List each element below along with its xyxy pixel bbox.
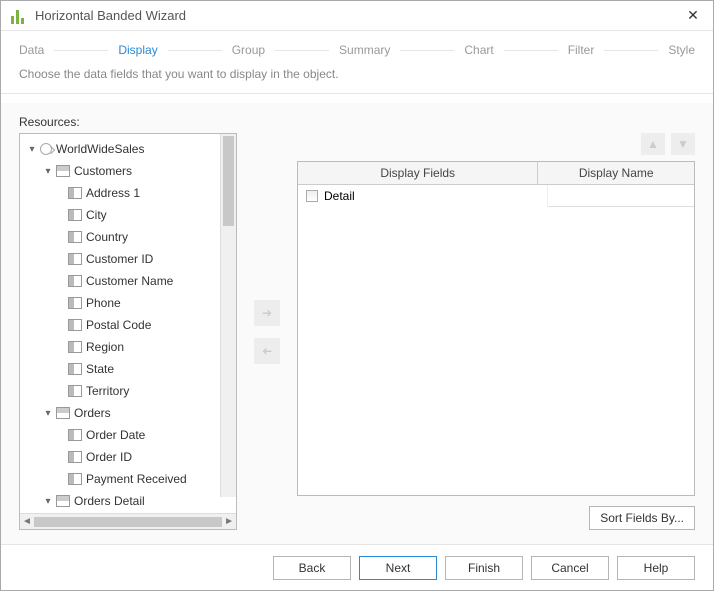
remove-field-button[interactable]: ➔ — [254, 338, 280, 364]
field-icon — [68, 187, 82, 199]
help-button[interactable]: Help — [617, 556, 695, 580]
tree-horizontal-scrollbar[interactable]: ◄► — [20, 513, 236, 529]
tree-field[interactable]: Region — [22, 336, 234, 358]
cancel-button[interactable]: Cancel — [531, 556, 609, 580]
field-icon — [68, 341, 82, 353]
table-icon — [56, 407, 70, 419]
arrow-right-icon: ➔ — [262, 306, 272, 320]
tree-node-orders-detail[interactable]: ▾Orders Detail — [22, 490, 234, 512]
scroll-right-icon[interactable]: ► — [224, 516, 234, 527]
instruction-text: Choose the data fields that you want to … — [1, 65, 713, 94]
display-fields-panel: ▲ ▼ Display Fields Display Name Detail S… — [297, 133, 695, 530]
step-group[interactable]: Group — [232, 43, 265, 57]
move-down-button[interactable]: ▼ — [671, 133, 695, 155]
step-filter[interactable]: Filter — [568, 43, 595, 57]
field-icon — [68, 473, 82, 485]
tree-field[interactable]: Payment Received — [22, 468, 234, 490]
next-button[interactable]: Next — [359, 556, 437, 580]
grid-header-name: Display Name — [538, 162, 694, 184]
step-chart[interactable]: Chart — [464, 43, 493, 57]
back-button[interactable]: Back — [273, 556, 351, 580]
transfer-buttons: ➔ ➔ — [251, 133, 283, 530]
tree-field[interactable]: Territory — [22, 380, 234, 402]
database-icon — [40, 143, 52, 155]
field-icon — [68, 385, 82, 397]
content-area: Resources: ▾WorldWideSales ▾Customers Ad… — [1, 103, 713, 544]
resources-tree[interactable]: ▾WorldWideSales ▾Customers Address 1 Cit… — [19, 133, 237, 530]
add-field-button[interactable]: ➔ — [254, 300, 280, 326]
table-icon — [56, 165, 70, 177]
tree-field[interactable]: Customer ID — [22, 248, 234, 270]
field-icon — [68, 231, 82, 243]
wizard-footer: Back Next Finish Cancel Help — [1, 544, 713, 590]
step-style[interactable]: Style — [668, 43, 695, 57]
tree-field[interactable]: Order Date — [22, 424, 234, 446]
step-data[interactable]: Data — [19, 43, 44, 57]
grid-header-fields: Display Fields — [298, 162, 538, 184]
titlebar: Horizontal Banded Wizard ✕ — [1, 1, 713, 31]
tree-field[interactable]: Postal Code — [22, 314, 234, 336]
field-icon — [68, 319, 82, 331]
arrow-down-icon: ▼ — [677, 137, 689, 151]
scroll-left-icon[interactable]: ◄ — [22, 516, 32, 527]
app-logo-icon — [11, 8, 27, 24]
sort-fields-button[interactable]: Sort Fields By... — [589, 506, 695, 530]
step-summary[interactable]: Summary — [339, 43, 390, 57]
finish-button[interactable]: Finish — [445, 556, 523, 580]
tree-vertical-scrollbar[interactable] — [220, 134, 236, 497]
window-title: Horizontal Banded Wizard — [35, 8, 683, 23]
tree-field[interactable]: Order ID — [22, 446, 234, 468]
grid-row[interactable]: Detail — [298, 185, 694, 207]
move-up-button[interactable]: ▲ — [641, 133, 665, 155]
grid-header: Display Fields Display Name — [298, 162, 694, 185]
field-icon — [68, 429, 82, 441]
tree-field[interactable]: Address 1 — [22, 182, 234, 204]
tree-node-customers[interactable]: ▾Customers — [22, 160, 234, 182]
tree-node-orders[interactable]: ▾Orders — [22, 402, 234, 424]
field-icon — [68, 451, 82, 463]
tree-field[interactable]: Phone — [22, 292, 234, 314]
field-icon — [68, 275, 82, 287]
tree-root[interactable]: ▾WorldWideSales — [22, 138, 234, 160]
tree-field[interactable]: State — [22, 358, 234, 380]
resources-label: Resources: — [19, 115, 695, 129]
arrow-left-icon: ➔ — [262, 344, 272, 358]
field-icon — [68, 209, 82, 221]
arrow-up-icon: ▲ — [647, 137, 659, 151]
field-icon — [68, 297, 82, 309]
tree-field[interactable]: City — [22, 204, 234, 226]
grid-cell-name[interactable] — [548, 185, 694, 207]
step-display[interactable]: Display — [118, 43, 157, 57]
wizard-steps: Data Display Group Summary Chart Filter … — [1, 31, 713, 65]
field-icon — [68, 253, 82, 265]
detail-icon — [306, 190, 318, 202]
grid-cell-label: Detail — [324, 189, 355, 203]
table-icon — [56, 495, 70, 507]
tree-field[interactable]: Country — [22, 226, 234, 248]
field-icon — [68, 363, 82, 375]
tree-field[interactable]: Customer Name — [22, 270, 234, 292]
display-fields-grid[interactable]: Display Fields Display Name Detail — [297, 161, 695, 496]
close-icon[interactable]: ✕ — [683, 7, 703, 24]
